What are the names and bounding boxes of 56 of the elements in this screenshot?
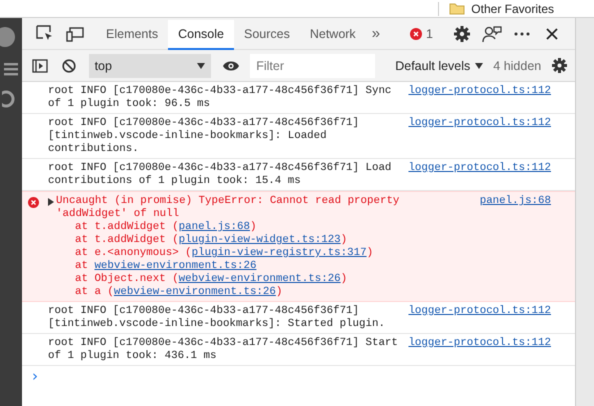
stack-link[interactable]: webview-environment.ts:26 [94, 260, 256, 272]
log-message: root INFO [c170080e-436c-4b33-a177-48c456f36f71] Load contributions of 1 plugin took: 15.4 ms [48, 162, 392, 188]
stack-frame: at e.<anonymous> ( [75, 247, 192, 259]
log-message: root INFO [c170080e-436c-4b33-a177-48c456f36f71] [tintinweb.vscode-inline-bookmarks]: Started plugin. [48, 305, 386, 331]
source-link[interactable]: logger-protocol.ts:112 [408, 337, 551, 350]
panel-tab[interactable]: Sources [234, 20, 300, 50]
panel-tab[interactable]: Console [168, 20, 234, 50]
stack-frame: ) [276, 286, 282, 298]
source-link[interactable]: logger-protocol.ts:112 [408, 85, 551, 98]
stack-frame: at a ( [75, 286, 114, 298]
stack-frame: ) [366, 247, 374, 259]
console-prompt[interactable]: › [22, 366, 575, 387]
stack-frame: ) [250, 221, 256, 233]
log-message: root INFO [c170080e-436c-4b33-a177-48c456f36f71] Sync of 1 plugin took: 96.5 ms [48, 85, 392, 111]
log-message: root INFO [c170080e-436c-4b33-a177-48c456f36f71] Start of 1 plugin took: 436.1 ms [48, 337, 399, 363]
cursor-box-icon [36, 24, 54, 42]
stack-frame: at t.addWidget ( [75, 221, 179, 233]
devices-icon [66, 26, 84, 42]
stack-link[interactable]: plugin-view-widget.ts:123 [178, 234, 341, 246]
source-link[interactable]: logger-protocol.ts:112 [408, 162, 551, 175]
stack-frame: at t.addWidget ( [75, 234, 179, 246]
clear-icon [62, 58, 76, 72]
source-link[interactable]: logger-protocol.ts:112 [408, 305, 551, 318]
context-dropdown[interactable]: top [88, 54, 211, 78]
filter-field[interactable]: Filter [250, 54, 376, 78]
error-icon [410, 28, 422, 40]
source-link[interactable]: panel.js:68 [480, 195, 551, 208]
sidebar-icon [32, 58, 48, 72]
log-message: root INFO [c170080e-436c-4b33-a177-48c456f36f71] [tintinweb.vscode-inline-bookmarks]: Loaded contributions. [48, 117, 360, 156]
stack-link[interactable]: webview-environment.ts:26 [178, 273, 341, 285]
source-link[interactable]: logger-protocol.ts:112 [408, 117, 551, 130]
eye-icon [222, 60, 240, 72]
error-icon [28, 197, 39, 208]
settings-icon [454, 26, 470, 42]
close-icon [546, 28, 558, 40]
caret-icon [196, 62, 205, 68]
menu-icon[interactable] [4, 62, 18, 76]
panel-tab[interactable]: Network [300, 20, 366, 50]
caret-icon [475, 62, 484, 68]
stack-frame: ) [340, 234, 348, 246]
stack-frame: ) [340, 273, 348, 285]
log-levels-dropdown[interactable]: Default levels [395, 58, 484, 72]
panel-tab[interactable]: Elements [96, 20, 168, 50]
settings-icon [552, 58, 567, 73]
more-icon [514, 32, 530, 36]
stack-link[interactable]: panel.js:68 [178, 221, 250, 233]
hidden-count: 4 hidden [493, 58, 542, 72]
error-count-button[interactable]: 1 [404, 26, 439, 40]
bookmark-label[interactable]: Other Favorites [471, 2, 554, 16]
stack-link[interactable]: plugin-view-registry.ts:317 [192, 247, 367, 259]
stack-frame: at [75, 260, 94, 272]
stack-link[interactable]: webview-environment.ts:26 [114, 286, 276, 298]
person-chat-icon [482, 24, 502, 42]
stack-frame: at Object.next ( [75, 273, 179, 285]
more-tabs-button[interactable]: » [366, 25, 386, 42]
expand-triangle-icon[interactable] [48, 198, 54, 206]
